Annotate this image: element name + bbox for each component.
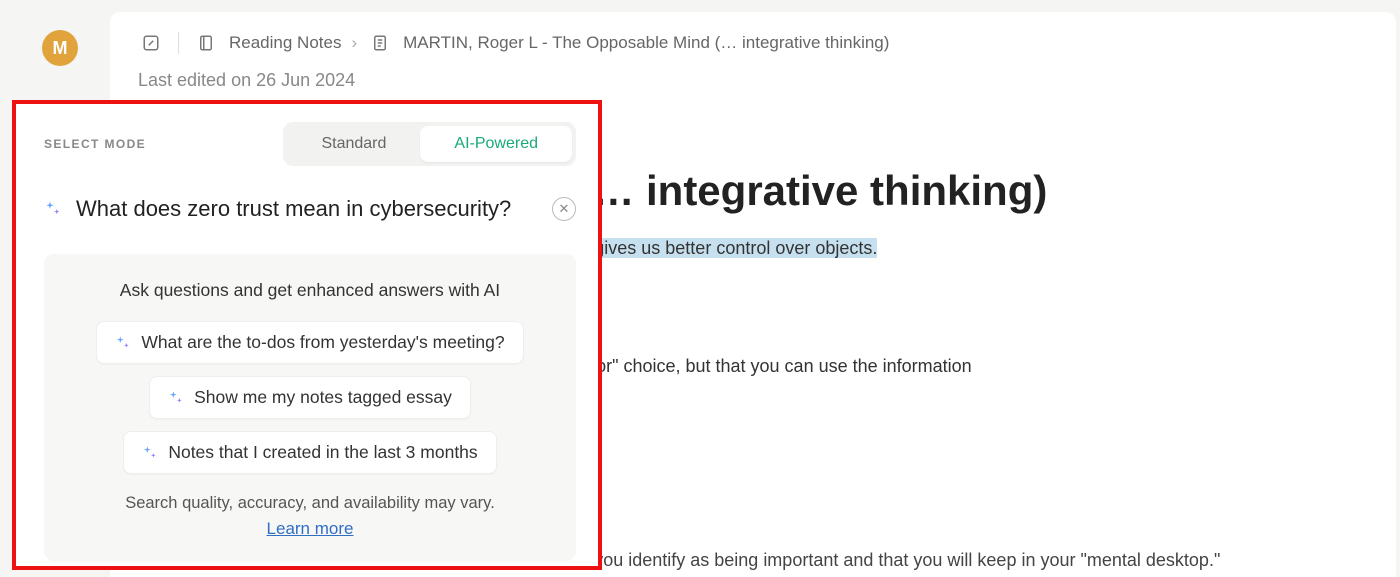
- mode-segmented-control: Standard AI-Powered: [283, 122, 576, 166]
- select-mode-label: SELECT MODE: [44, 137, 146, 151]
- learn-more-link[interactable]: Learn more: [74, 519, 546, 539]
- suggestion-chip[interactable]: Show me my notes tagged essay: [149, 376, 471, 419]
- expand-icon[interactable]: [138, 30, 164, 56]
- ai-suggestions-panel: Ask questions and get enhanced answers w…: [44, 254, 576, 561]
- disclaimer-text: Search quality, accuracy, and availabili…: [74, 494, 546, 513]
- mode-row: SELECT MODE Standard AI-Powered: [44, 122, 576, 166]
- breadcrumb: Reading Notes › MARTIN, Roger L - The Op…: [193, 30, 889, 56]
- suggestion-list: What are the to-dos from yesterday's mee…: [74, 321, 546, 474]
- suggestion-text: What are the to-dos from yesterday's mee…: [141, 332, 504, 353]
- suggestion-text: Notes that I created in the last 3 month…: [168, 442, 477, 463]
- last-edited-label: Last edited on 26 Jun 2024: [110, 62, 1396, 91]
- topbar: Reading Notes › MARTIN, Roger L - The Op…: [110, 12, 1396, 62]
- breadcrumb-parent[interactable]: Reading Notes: [229, 33, 341, 53]
- page-icon: [367, 30, 393, 56]
- notebook-icon: [193, 30, 219, 56]
- tab-standard[interactable]: Standard: [287, 126, 420, 162]
- clear-icon[interactable]: ✕: [552, 197, 576, 221]
- chevron-right-icon: ›: [351, 33, 357, 53]
- breadcrumb-current[interactable]: MARTIN, Roger L - The Opposable Mind (… …: [403, 33, 889, 53]
- panel-title: Ask questions and get enhanced answers w…: [74, 280, 546, 301]
- tab-ai-powered[interactable]: AI-Powered: [420, 126, 572, 162]
- divider: [178, 32, 179, 54]
- sparkle-icon: [44, 200, 62, 218]
- suggestion-text: Show me my notes tagged essay: [194, 387, 452, 408]
- search-row: ✕: [44, 196, 576, 222]
- suggestion-chip[interactable]: Notes that I created in the last 3 month…: [123, 431, 496, 474]
- search-modal: SELECT MODE Standard AI-Powered ✕ Ask qu…: [12, 100, 602, 570]
- search-input[interactable]: [76, 196, 538, 222]
- suggestion-chip[interactable]: What are the to-dos from yesterday's mee…: [96, 321, 523, 364]
- avatar[interactable]: M: [42, 30, 78, 66]
